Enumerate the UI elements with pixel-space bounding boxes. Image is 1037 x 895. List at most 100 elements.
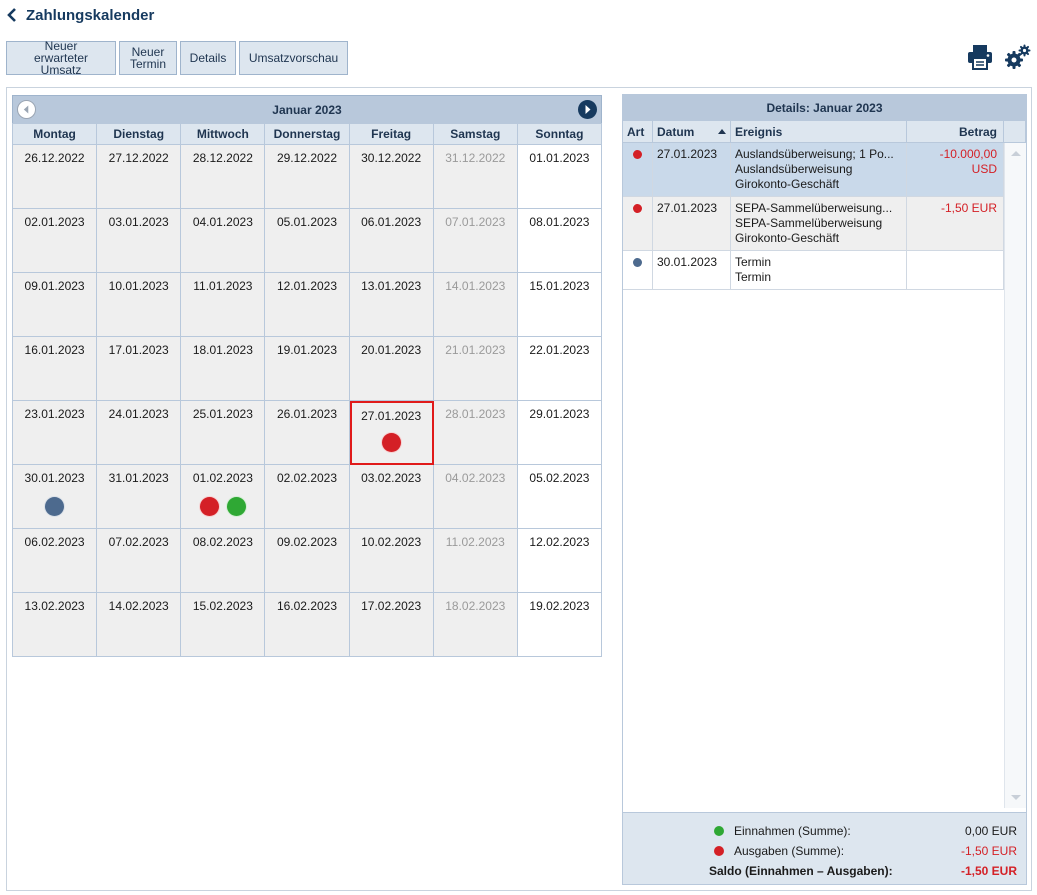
calendar-day[interactable]: 18.02.2023 (433, 593, 518, 657)
calendar-day[interactable]: 16.02.2023 (265, 593, 350, 657)
calendar-day[interactable]: 14.01.2023 (433, 273, 518, 337)
scroll-up-icon[interactable] (1011, 151, 1021, 156)
column-datum-label: Datum (657, 124, 695, 139)
calendar-day[interactable]: 14.02.2023 (97, 593, 182, 657)
calendar-day-date: 30.01.2023 (24, 471, 85, 485)
calendar-day[interactable]: 24.01.2023 (97, 401, 182, 465)
calendar-day[interactable]: 30.01.2023 (13, 465, 98, 529)
back-link[interactable]: Zahlungskalender (6, 4, 154, 26)
column-ereignis[interactable]: Ereignis (731, 121, 907, 142)
calendar-day[interactable]: 19.02.2023 (517, 593, 602, 657)
row-event-line: Auslandsüberweisung; 1 Po... (735, 147, 894, 161)
calendar-day[interactable]: 10.02.2023 (349, 529, 434, 593)
calendar-day[interactable]: 15.01.2023 (517, 273, 602, 337)
arrow-right-icon[interactable] (578, 100, 597, 119)
details-button[interactable]: Details (180, 41, 236, 75)
calendar-day[interactable]: 05.02.2023 (517, 465, 602, 529)
calendar-day[interactable]: 20.01.2023 (349, 337, 434, 401)
appointment-count-badge[interactable] (44, 496, 66, 517)
calendar-day[interactable]: 17.01.2023 (97, 337, 182, 401)
income-count-badge[interactable] (225, 496, 247, 517)
calendar-day[interactable]: 06.02.2023 (13, 529, 98, 593)
calendar-day[interactable]: 05.01.2023 (265, 209, 350, 273)
calendar-day[interactable]: 07.02.2023 (97, 529, 182, 593)
calendar-day[interactable]: 13.01.2023 (349, 273, 434, 337)
calendar-day[interactable]: 02.01.2023 (13, 209, 98, 273)
column-betrag[interactable]: Betrag (907, 121, 1004, 142)
calendar-day[interactable]: 29.12.2022 (265, 145, 350, 209)
calendar-day[interactable]: 04.01.2023 (181, 209, 266, 273)
column-spacer (1004, 121, 1026, 142)
calendar-day[interactable]: 12.02.2023 (517, 529, 602, 593)
calendar-day-date: 26.01.2023 (276, 407, 338, 421)
calendar-day[interactable]: 08.02.2023 (181, 529, 266, 593)
calendar-day[interactable]: 28.12.2022 (181, 145, 266, 209)
expense-count-badge[interactable] (380, 432, 402, 453)
new-appointment-button[interactable]: Neuer Termin (119, 41, 177, 75)
calendar-day-date: 09.01.2023 (24, 279, 85, 293)
calendar-day[interactable]: 23.01.2023 (13, 401, 98, 465)
transaction-preview-button[interactable]: Umsatzvorschau (239, 41, 348, 75)
column-datum[interactable]: Datum (653, 121, 731, 142)
income-sum-row: Einnahmen (Summe): 0,00 EUR (623, 821, 1026, 841)
calendar-day[interactable]: 03.01.2023 (97, 209, 182, 273)
new-expected-transaction-button[interactable]: Neuer erwarteter Umsatz (6, 40, 116, 76)
calendar-day-date: 18.02.2023 (445, 599, 506, 613)
calendar-day-date: 03.02.2023 (361, 471, 422, 485)
row-type-cell (623, 251, 653, 289)
expense-count-badge[interactable] (198, 496, 220, 517)
calendar-day[interactable]: 31.12.2022 (433, 145, 518, 209)
calendar-day[interactable]: 04.02.2023 (433, 465, 518, 529)
details-row[interactable]: 30.01.2023 Termin Termin (623, 251, 1005, 290)
row-event-line: SEPA-Sammelüberweisung (735, 216, 883, 230)
calendar-day[interactable]: 30.12.2022 (349, 145, 434, 209)
gears-icon[interactable] (1005, 44, 1031, 70)
calendar-day[interactable]: 03.02.2023 (349, 465, 434, 529)
calendar-day[interactable]: 22.01.2023 (517, 337, 602, 401)
calendar-day[interactable]: 12.01.2023 (265, 273, 350, 337)
calendar-day[interactable]: 27.12.2022 (97, 145, 182, 209)
calendar-day-date: 14.02.2023 (108, 599, 169, 613)
calendar-day[interactable]: 28.01.2023 (433, 401, 518, 465)
calendar-day[interactable]: 15.02.2023 (181, 593, 266, 657)
scroll-down-icon[interactable] (1011, 795, 1021, 800)
calendar-day[interactable]: 19.01.2023 (265, 337, 350, 401)
arrow-left-icon[interactable] (17, 100, 36, 119)
calendar-day[interactable]: 11.02.2023 (433, 529, 518, 593)
calendar-day-date: 27.01.2023 (361, 409, 422, 423)
calendar-day[interactable]: 17.02.2023 (349, 593, 434, 657)
calendar-day[interactable]: 08.01.2023 (517, 209, 602, 273)
calendar-day-date: 21.01.2023 (445, 343, 506, 357)
calendar-day[interactable]: 09.01.2023 (13, 273, 98, 337)
calendar-day[interactable]: 31.01.2023 (97, 465, 182, 529)
calendar-day[interactable]: 18.01.2023 (181, 337, 266, 401)
calendar-day[interactable]: 26.12.2022 (13, 145, 98, 209)
printer-icon[interactable] (967, 44, 993, 70)
calendar-day-date: 29.12.2022 (276, 151, 338, 165)
calendar-day[interactable]: 29.01.2023 (517, 401, 602, 465)
row-event-line: Girokonto-Geschäft (735, 177, 840, 191)
calendar-day[interactable]: 01.02.2023 (181, 465, 266, 529)
calendar-day[interactable]: 01.01.2023 (517, 145, 602, 209)
vertical-scrollbar[interactable] (1004, 143, 1026, 808)
calendar-day[interactable]: 07.01.2023 (433, 209, 518, 273)
calendar-day[interactable]: 06.01.2023 (349, 209, 434, 273)
balance-label: Saldo (Einnahmen – Ausgaben): (709, 864, 893, 878)
calendar-day[interactable]: 21.01.2023 (433, 337, 518, 401)
calendar-day[interactable]: 25.01.2023 (181, 401, 266, 465)
calendar-day[interactable]: 16.01.2023 (13, 337, 98, 401)
details-row[interactable]: 27.01.2023 SEPA-Sammelüberweisung... SEPA-… (623, 197, 1005, 251)
event-badges (13, 496, 96, 517)
column-art[interactable]: Art (623, 121, 653, 142)
calendar-day[interactable]: 09.02.2023 (265, 529, 350, 593)
calendar: Januar 2023 Montag Dienstag Mittwoch Don… (12, 95, 602, 657)
calendar-day[interactable]: 10.01.2023 (97, 273, 182, 337)
details-row[interactable]: 27.01.2023 Auslandsüberweisung; 1 Po... Au… (623, 143, 1005, 197)
calendar-day[interactable]: 27.01.2023 (349, 401, 434, 465)
calendar-day-date: 05.01.2023 (276, 215, 338, 229)
calendar-day[interactable]: 11.01.2023 (181, 273, 266, 337)
calendar-day[interactable]: 02.02.2023 (265, 465, 350, 529)
calendar-day[interactable]: 26.01.2023 (265, 401, 350, 465)
calendar-day[interactable]: 13.02.2023 (13, 593, 98, 657)
calendar-day-date: 01.02.2023 (192, 471, 253, 485)
